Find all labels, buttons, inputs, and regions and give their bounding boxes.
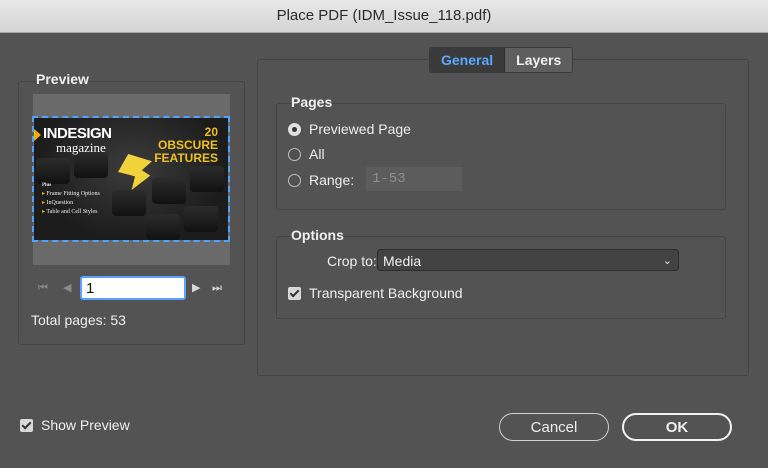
page-thumbnail: INDESIGN magazine 20 OBSCURE FEATURES Pl… (32, 116, 230, 242)
show-preview-label: Show Preview (41, 417, 130, 433)
radio-range-label: Range: (309, 172, 355, 188)
preview-group-label: Preview (36, 71, 89, 87)
checkbox-checked-icon[interactable] (288, 286, 301, 300)
crop-to-label: Crop to: (327, 253, 377, 269)
pages-group-label: Pages (291, 94, 333, 110)
tab-layers[interactable]: Layers (505, 48, 573, 72)
chevron-down-icon: ⌄ (662, 255, 672, 267)
tab-bar: General Layers (429, 47, 574, 73)
checkbox-checked-icon[interactable] (20, 418, 33, 432)
thumbnail-toc-item: ▸ Table and Cell Styles (42, 209, 98, 215)
place-pdf-dialog: Place PDF (IDM_Issue_118.pdf) Preview IN… (0, 0, 768, 468)
show-preview-checkbox[interactable]: Show Preview (20, 417, 130, 433)
first-page-icon[interactable]: ⏮ (38, 281, 48, 295)
radio-button[interactable] (288, 147, 301, 161)
prev-page-icon[interactable]: ◀ (63, 281, 71, 294)
thumbnail-headline: 20 OBSCURE FEATURES (154, 125, 218, 165)
window-title: Place PDF (IDM_Issue_118.pdf) (0, 0, 768, 33)
transparent-background-checkbox[interactable]: Transparent Background (288, 285, 463, 301)
radio-previewed-page-label: Previewed Page (309, 121, 411, 137)
thumbnail-brand-bottom: magazine (56, 140, 106, 155)
thumbnail-toc-header: Plus (42, 183, 52, 188)
next-page-icon[interactable]: ▶ (192, 281, 200, 294)
total-pages-label: Total pages: 53 (31, 312, 126, 328)
tab-general[interactable]: General (430, 48, 506, 72)
crop-to-value: Media (383, 253, 422, 269)
thumbnail-toc-item: ▸ Frame Fitting Options (42, 191, 100, 197)
brand-arrow-icon (34, 129, 41, 141)
radio-previewed-page[interactable]: Previewed Page (288, 121, 411, 137)
cancel-button[interactable]: Cancel (499, 413, 609, 441)
pages-group (276, 103, 726, 210)
page-number-input[interactable] (80, 276, 186, 300)
radio-button[interactable] (288, 173, 301, 187)
radio-all-label: All (309, 146, 325, 162)
thumbnail-toc: Plus ▸ Frame Fitting Options ▸ InQuestio… (42, 181, 100, 217)
ok-button[interactable]: OK (622, 413, 732, 441)
lightning-bolt-graphic (118, 154, 152, 190)
thumbnail-toc-item: ▸ InQuestion (42, 200, 74, 206)
crop-to-select[interactable]: Media ⌄ (377, 249, 679, 271)
range-field[interactable]: 1-53 (366, 167, 462, 191)
radio-button-selected[interactable] (288, 122, 301, 136)
last-page-icon[interactable]: ⏭ (212, 281, 222, 295)
options-group-label: Options (291, 227, 344, 243)
transparent-background-label: Transparent Background (309, 285, 463, 301)
radio-all[interactable]: All (288, 146, 325, 162)
radio-range[interactable]: Range: (288, 172, 354, 188)
